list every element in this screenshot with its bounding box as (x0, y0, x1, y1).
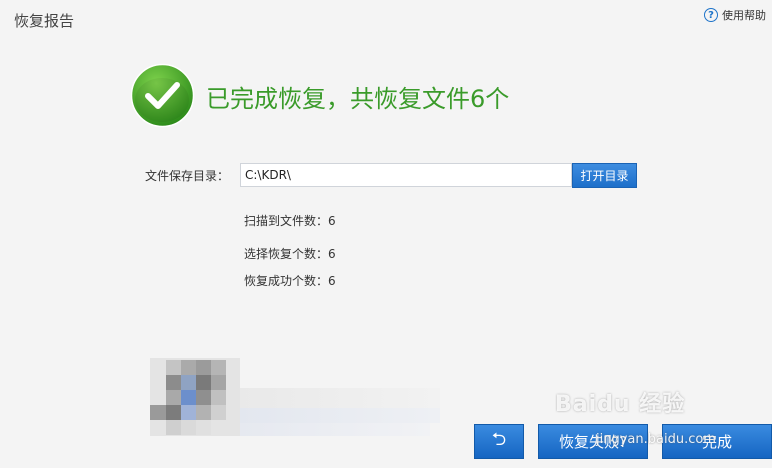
scanned-count: 扫描到文件数：6 (244, 214, 336, 228)
pixelated-qr-region (150, 358, 440, 438)
result-headline: 已完成恢复，共恢复文件6个 (206, 85, 510, 113)
open-dir-button[interactable]: 打开目录 (572, 163, 637, 188)
window-title: 恢复报告 (14, 12, 75, 30)
save-dir-label: 文件保存目录： (145, 169, 230, 183)
baidu-watermark-url: jingyan.baidu.com (596, 432, 716, 447)
recovered-count: 恢复成功个数：6 (244, 274, 336, 288)
checkmark-circle-icon (130, 63, 195, 128)
baidu-watermark: Baidu 经验 (555, 392, 686, 417)
help-link[interactable]: ? 使用帮助 (704, 7, 766, 23)
save-dir-input[interactable] (240, 163, 572, 187)
undo-arrow-icon: ⮌ (491, 428, 507, 450)
help-label: 使用帮助 (722, 9, 766, 22)
back-button[interactable]: ⮌ (474, 424, 524, 459)
question-circle-icon: ? (704, 8, 718, 22)
selected-count: 选择恢复个数：6 (244, 247, 336, 261)
